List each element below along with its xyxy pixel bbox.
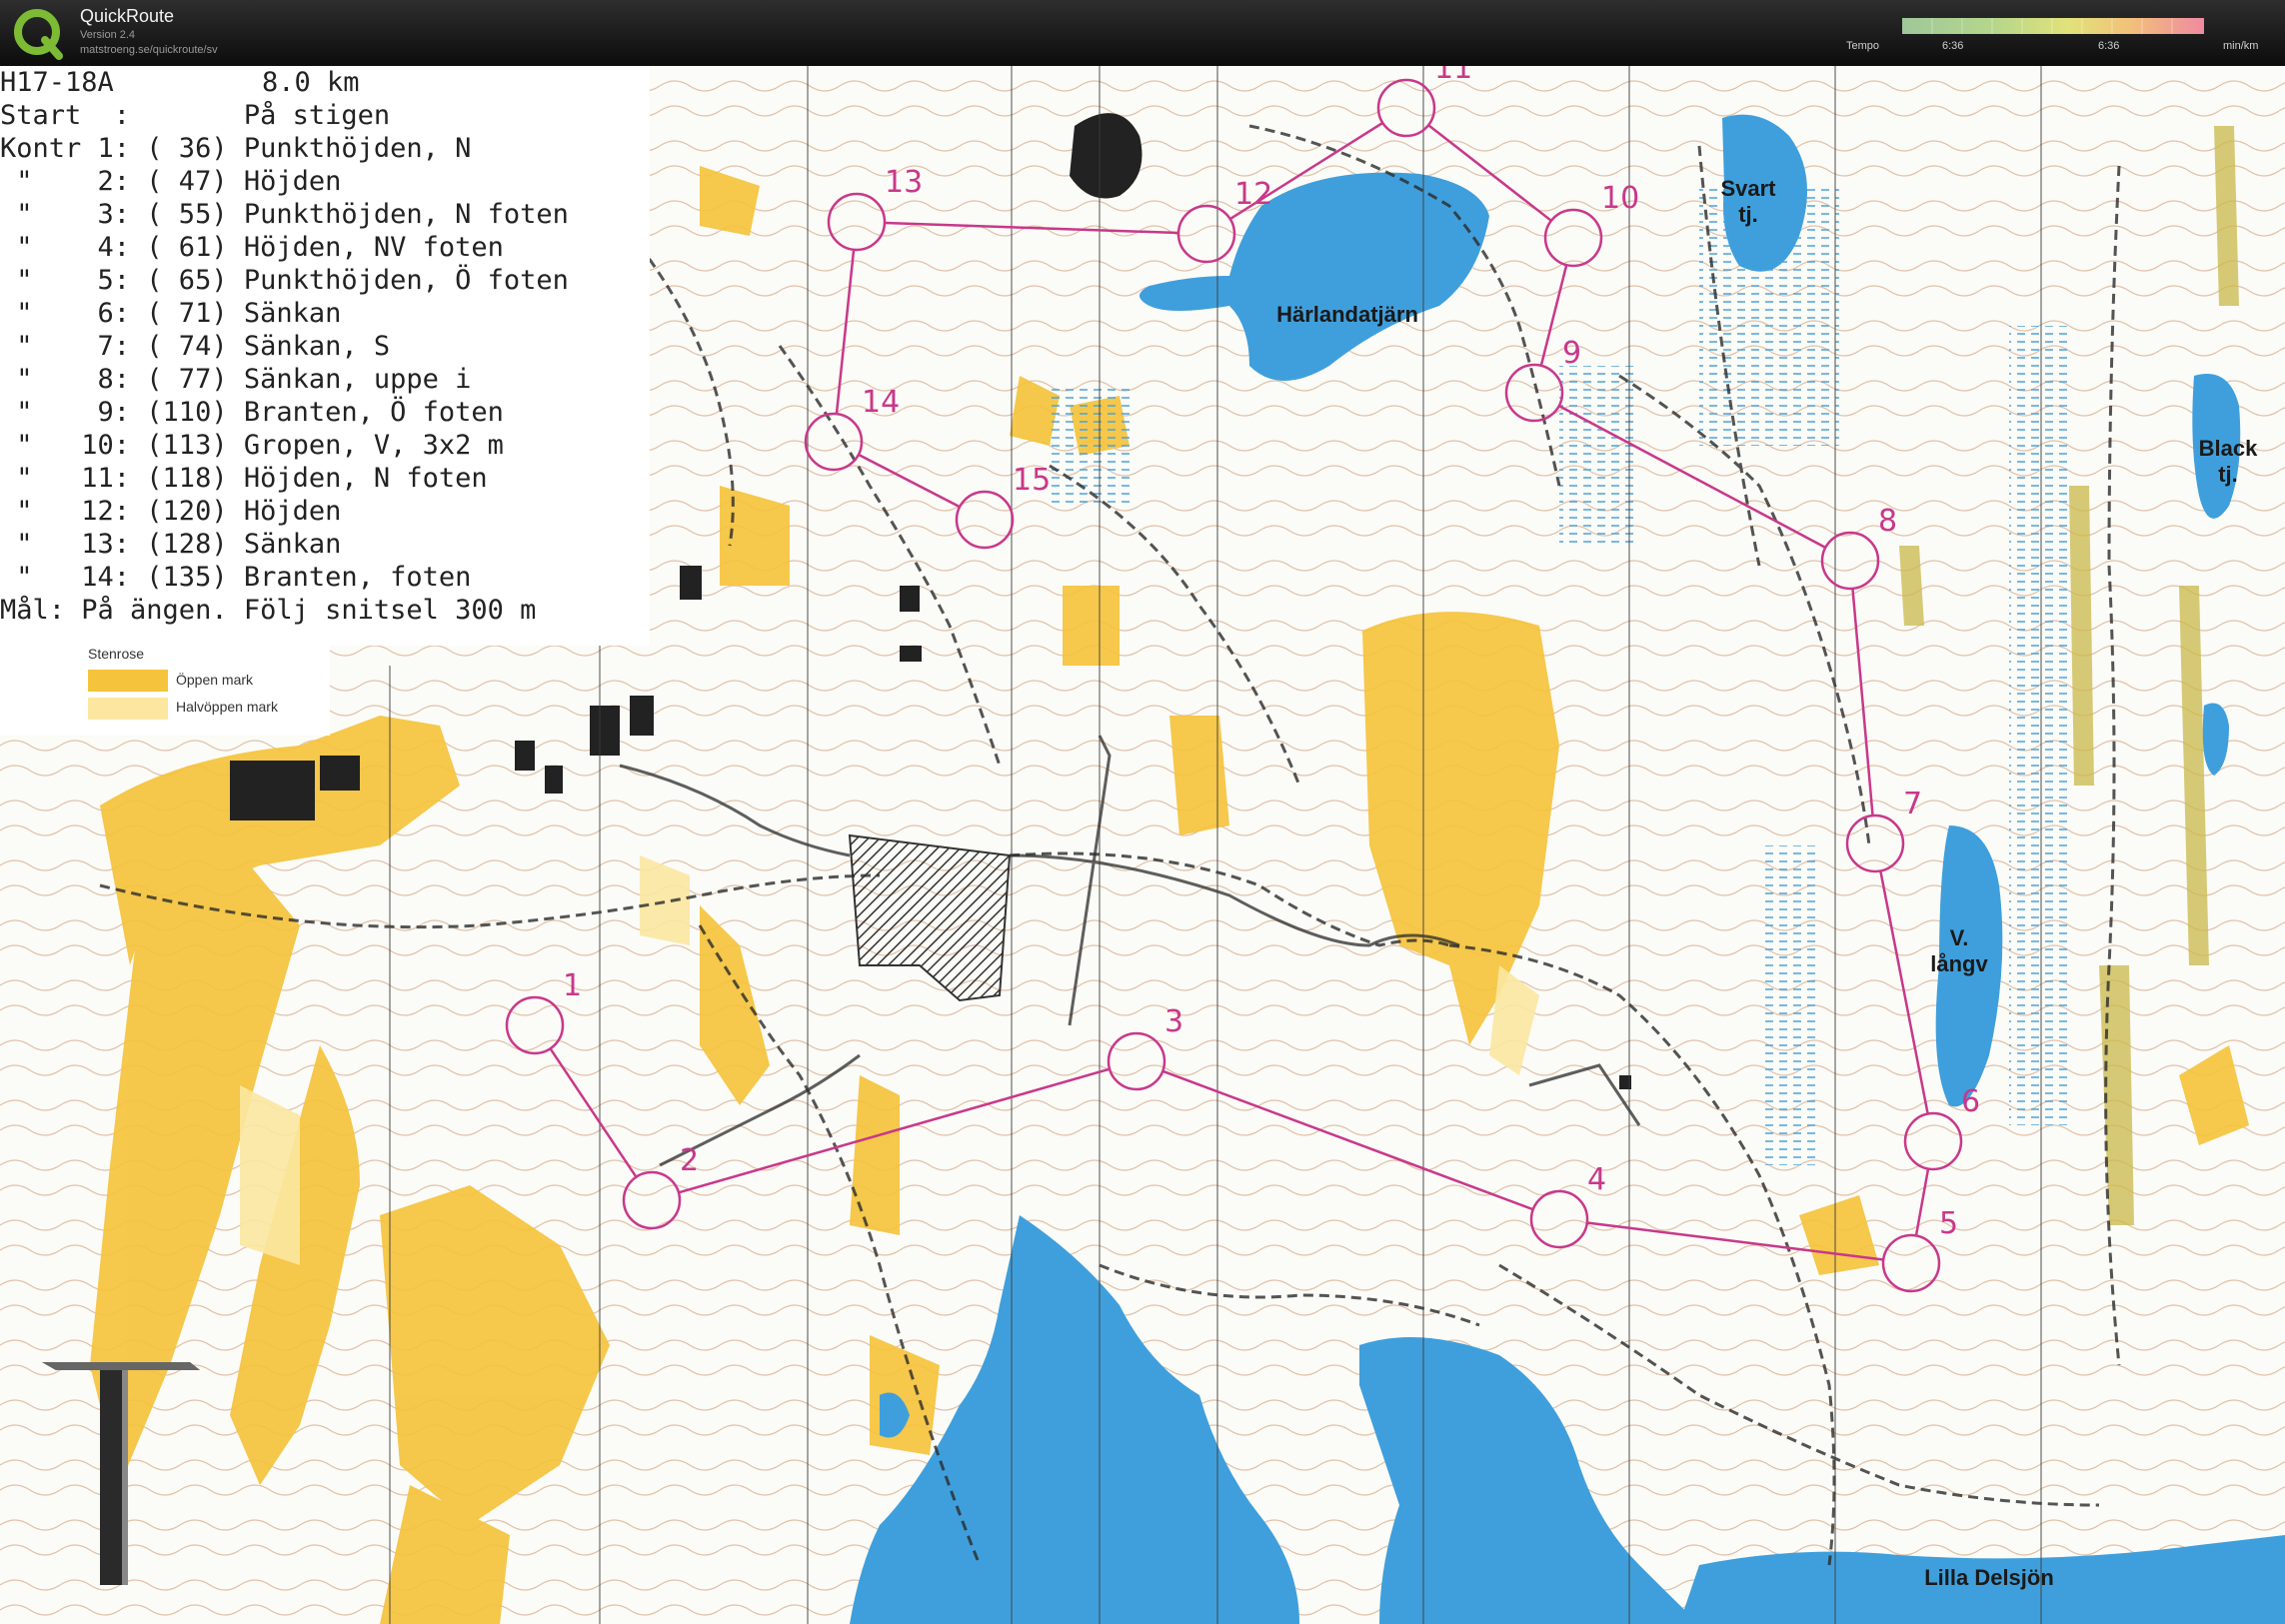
course-description-line: Mål: På ängen. Följ snitsel 300 m bbox=[0, 595, 537, 626]
orienteering-map[interactable]: 1 2 3 4 5 6 7 8 9 10 11 12 13 14 15 H17-18A 8.0 km Sta… bbox=[0, 66, 2285, 1624]
course-description-line: " 2: ( 47) Höjden bbox=[0, 166, 342, 197]
app-version: Version 2.4 bbox=[80, 29, 136, 41]
control-number: 8 bbox=[1878, 504, 1897, 539]
course-description-line: " 9: (110) Branten, Ö foten bbox=[0, 397, 504, 428]
control-number: 7 bbox=[1903, 787, 1922, 821]
course-description-panel: H17-18A 8.0 km Start : På stigen Kontr 1:… bbox=[0, 66, 650, 646]
control-number: 2 bbox=[680, 1143, 699, 1178]
control-number: 15 bbox=[1013, 463, 1051, 498]
control-number: 12 bbox=[1234, 177, 1272, 212]
legend-item-open-land: Öppen mark bbox=[176, 672, 254, 688]
lake-label-black-tj: Black tj. bbox=[2198, 436, 2258, 487]
app-url: matstroeng.se/quickroute/sv bbox=[80, 44, 218, 56]
legend-title: Tempo bbox=[1846, 40, 1880, 52]
control-number: 6 bbox=[1961, 1084, 1980, 1119]
control-number: 5 bbox=[1939, 1206, 1958, 1241]
course-description-line: " 14: (135) Branten, foten bbox=[0, 562, 472, 593]
course-description-line: Kontr 1: ( 36) Punkthöjden, N bbox=[0, 133, 472, 164]
control-number: 11 bbox=[1434, 66, 1472, 86]
course-description-line: " 13: (128) Sänkan bbox=[0, 529, 342, 560]
control-number: 10 bbox=[1601, 181, 1639, 216]
lake-label-svart-tj: Svart tj. bbox=[1720, 176, 1776, 227]
course-distance: 8.0 km bbox=[262, 67, 360, 98]
control-number: 3 bbox=[1164, 1004, 1183, 1039]
legend-item-semi-open-land: Halvöppen mark bbox=[176, 699, 278, 715]
control-number: 14 bbox=[862, 385, 900, 420]
lake-label-harlandatjarn: Härlandatjärn bbox=[1276, 302, 1418, 327]
course-description-line: " 7: ( 74) Sänkan, S bbox=[0, 331, 391, 362]
course-description-line: " 6: ( 71) Sänkan bbox=[0, 298, 342, 329]
legend-item-stenrose: Stenrose bbox=[88, 646, 145, 662]
course-description-line: " 8: ( 77) Sänkan, uppe i bbox=[0, 364, 472, 395]
control-number: 1 bbox=[563, 968, 582, 1003]
lake-label-v-langv: V. långv bbox=[1930, 925, 1988, 976]
control-number: 13 bbox=[885, 165, 923, 200]
legend-max-value: 6:36 bbox=[2098, 40, 2120, 52]
legend-min-value: 6:36 bbox=[1942, 40, 1964, 52]
control-number: 9 bbox=[1562, 336, 1581, 371]
app-title-bar: QuickRoute Version 2.4 matstroeng.se/qui… bbox=[0, 0, 2285, 66]
legend-unit: min/km bbox=[2223, 40, 2259, 52]
swatch-open-land bbox=[88, 670, 168, 692]
course-description-line: " 5: ( 65) Punkthöjden, Ö foten bbox=[0, 265, 569, 296]
swatch-semi-open-land bbox=[88, 698, 168, 720]
control-number: 4 bbox=[1587, 1162, 1606, 1197]
course-description-line: " 11: (118) Höjden, N foten bbox=[0, 463, 488, 494]
course-description-line: " 3: ( 55) Punkthöjden, N foten bbox=[0, 199, 569, 230]
course-description-line: " 4: ( 61) Höjden, NV foten bbox=[0, 232, 504, 263]
tempo-gradient-legend bbox=[1902, 18, 2204, 34]
map-symbol-legend: Stenrose Öppen mark Halvöppen mark bbox=[0, 646, 330, 736]
quickroute-logo-icon bbox=[14, 9, 63, 60]
course-description-line: Start : På stigen bbox=[0, 100, 391, 131]
course-description-line: " 10: (113) Gropen, V, 3x2 m bbox=[0, 430, 504, 461]
lake-label-lilla-delsjon: Lilla Delsjön bbox=[1924, 1565, 2054, 1590]
app-title: QuickRoute bbox=[80, 6, 175, 26]
course-class-name: H17-18A bbox=[0, 67, 114, 98]
course-description-line: " 12: (120) Höjden bbox=[0, 496, 342, 527]
